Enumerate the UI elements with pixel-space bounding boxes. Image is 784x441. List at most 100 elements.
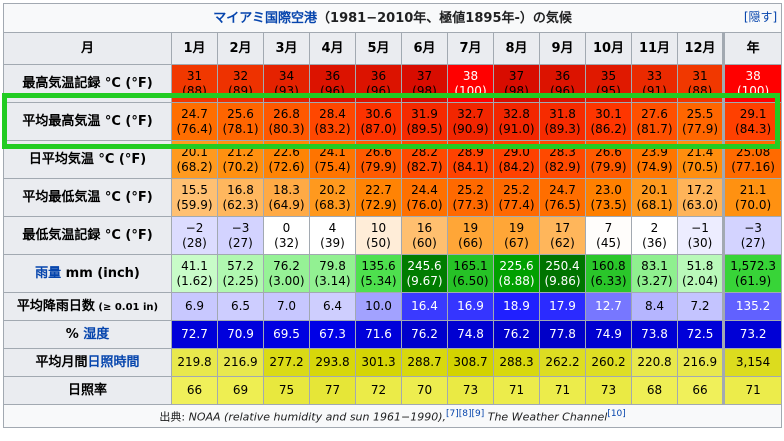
data-cell: 25.08 (77.16) — [722, 140, 783, 179]
cell-value-secondary: (9.86) — [544, 273, 581, 288]
data-cell: 28.3 (82.9) — [539, 140, 586, 179]
data-cell: 37 (98) — [493, 64, 540, 103]
data-cell: 71 — [722, 376, 783, 405]
row-label-small: (≥ 0.01 in) — [94, 301, 159, 313]
cell-value-secondary: (6.33) — [590, 273, 627, 288]
data-cell: 76.2 — [493, 320, 540, 349]
cell-value-secondary: (27) — [228, 235, 253, 250]
cell-value-secondary: (62) — [550, 235, 575, 250]
data-cell: 77.8 — [539, 320, 586, 349]
table-row: 平均月間日照時間 219.8 216.9 277.2 293.8 301.3 288.7 30… — [3, 348, 783, 377]
data-cell: 135.6 (5.34) — [355, 254, 402, 293]
data-cell: 66 — [677, 376, 725, 405]
cell-value: 25.5 — [686, 106, 714, 121]
data-cell: 301.3 — [355, 348, 402, 377]
cell-value: 71.6 — [365, 327, 392, 341]
data-cell: −3 (27) — [217, 216, 264, 255]
data-cell: 32.8 (91.0) — [493, 102, 540, 141]
cell-value: 20.2 — [319, 182, 346, 197]
cell-value-secondary: (77.3) — [452, 197, 489, 212]
data-cell: 10 (50) — [355, 216, 402, 255]
data-cell: 36 (96) — [309, 64, 356, 103]
cell-value: 32.8 — [503, 106, 530, 121]
cell-value-secondary: (98) — [504, 83, 529, 98]
cell-value-secondary: (70.0) — [735, 197, 772, 212]
cell-value: 21.4 — [686, 144, 714, 159]
data-cell: 16.9 — [447, 292, 494, 321]
table-row: 日平均気温 °C (°F) 20.1 (68.2) 21.2 (70.2) 22.6 (72… — [3, 140, 783, 179]
cell-value: 7 — [604, 220, 613, 235]
caption-title-link[interactable]: マイアミ国際空港 — [213, 11, 317, 26]
cell-value-secondary: (5.34) — [360, 273, 397, 288]
data-cell: 245.6 (9.67) — [401, 254, 448, 293]
data-cell: 28.2 (82.7) — [401, 140, 448, 179]
table-row: 日照率 66 69 75 77 72 70 73 71 71 73 68 66 71 — [3, 376, 783, 405]
cell-value: 1,572.3 — [730, 258, 776, 273]
cell-value-secondary: (62.3) — [222, 197, 259, 212]
cell-value: 18.3 — [273, 182, 300, 197]
data-cell: 73.8 — [631, 320, 678, 349]
cell-value-secondary: (74.9) — [636, 159, 673, 174]
cell-value-secondary: (76.5) — [544, 197, 581, 212]
row-label: 平均降雨日数 (≥ 0.01 in) — [3, 292, 172, 321]
cell-value-secondary: (68.2) — [176, 159, 213, 174]
cell-value-secondary: (91.0) — [498, 121, 535, 136]
data-cell: 70 — [401, 376, 448, 405]
header-row: 月 1月 2月 3月 4月 5月 6月 7月 8月 9月 10月 11月 12月年 — [3, 32, 783, 65]
cell-value: 75 — [278, 383, 295, 397]
cell-value-secondary: (66) — [458, 235, 483, 250]
cell-value: 72.7 — [181, 327, 208, 341]
data-cell: 20.1 (68.1) — [631, 178, 678, 217]
row-label: 最低気温記録 °C (°F) — [3, 216, 172, 255]
row-label-link[interactable]: 日照時間 — [88, 355, 140, 370]
cell-value-secondary: (60) — [412, 235, 437, 250]
data-cell: 36 (96) — [539, 64, 586, 103]
row-label-link[interactable]: 雨量 — [35, 266, 61, 281]
row-label-link[interactable]: 湿度 — [83, 327, 109, 342]
data-cell: 79.8 (3.14) — [309, 254, 356, 293]
cell-value: 260.2 — [591, 355, 626, 369]
data-cell: 76.2 — [401, 320, 448, 349]
data-cell: 16.8 (62.3) — [217, 178, 264, 217]
cell-value: 293.8 — [315, 355, 350, 369]
cell-value: 219.8 — [177, 355, 212, 369]
data-cell: 25.5 (77.9) — [677, 102, 725, 141]
row-label-text: 日照率 — [67, 383, 107, 398]
cell-value: 77.8 — [549, 327, 576, 341]
cell-value-secondary: (50) — [366, 235, 391, 250]
data-cell: 277.2 — [263, 348, 310, 377]
source-refs[interactable]: [7][8][9] — [446, 409, 484, 419]
cell-value: 23.0 — [595, 182, 622, 197]
cell-value-secondary: (82.9) — [544, 159, 581, 174]
data-cell: 30.6 (87.0) — [355, 102, 402, 141]
cell-value-secondary: (77.9) — [681, 121, 719, 136]
source-refs-2[interactable]: [10] — [607, 409, 625, 419]
cell-value-secondary: (2.04) — [681, 273, 719, 288]
cell-value: 69.5 — [273, 327, 300, 341]
source-note: 出典: NOAA (relative humidity and sun 1961… — [2, 404, 783, 428]
cell-value: 41.1 — [181, 258, 208, 273]
cell-value: 16.9 — [457, 299, 484, 313]
cell-value-secondary: (3.14) — [314, 273, 351, 288]
cell-value: 16.4 — [411, 299, 438, 313]
cell-value-secondary: (96) — [550, 83, 575, 98]
cell-value: 51.8 — [686, 258, 714, 273]
cell-value: 67.3 — [319, 327, 346, 341]
cell-value: 288.3 — [499, 355, 534, 369]
data-cell: 83.1 (3.27) — [631, 254, 678, 293]
row-label: 雨量 mm (inch) — [3, 254, 172, 293]
cell-value: 28.3 — [549, 144, 576, 159]
data-cell: 35 (95) — [585, 64, 632, 103]
cell-value-secondary: (75.4) — [314, 159, 351, 174]
row-label-text: % — [65, 327, 84, 342]
cell-value-secondary: (73.5) — [590, 197, 627, 212]
cell-value-secondary: (100) — [454, 83, 487, 98]
data-cell: 26.6 (79.9) — [585, 140, 632, 179]
row-label-text: 最高気温記録 °C (°F) — [22, 76, 153, 91]
data-cell: 23.0 (73.5) — [585, 178, 632, 217]
cell-value: 135.6 — [361, 258, 396, 273]
data-cell: 36 (96) — [355, 64, 402, 103]
hide-button[interactable]: [隠す] — [744, 10, 777, 25]
data-cell: 16 (60) — [401, 216, 448, 255]
data-cell: 70.9 — [217, 320, 264, 349]
